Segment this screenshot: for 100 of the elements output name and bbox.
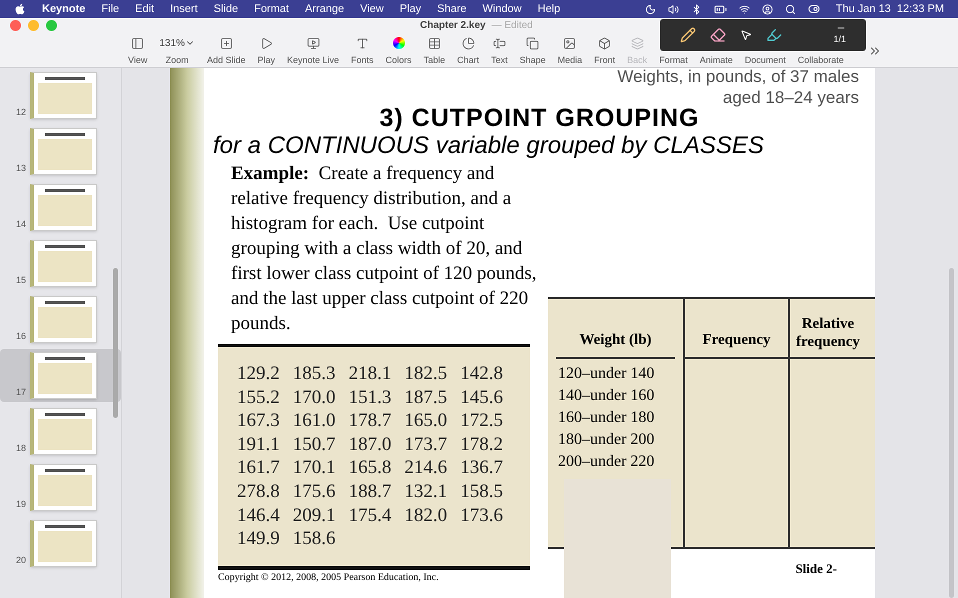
slide-thumbnail — [30, 128, 97, 175]
data-value: 209.1 — [292, 504, 337, 528]
toolbar-button[interactable]: Shape — [514, 35, 552, 68]
moon-icon[interactable] — [644, 4, 656, 14]
slide-thumbnail-item[interactable]: 15 — [0, 237, 121, 290]
text-box-icon — [492, 36, 506, 50]
toolbar-button[interactable]: Text — [485, 35, 514, 68]
data-value: 173.6 — [460, 504, 504, 528]
pointer-icon[interactable] — [740, 29, 752, 41]
slide-number: 20 — [14, 554, 26, 566]
data-value: 214.6 — [404, 456, 448, 480]
menu-item[interactable]: View — [360, 0, 384, 18]
highlighter-icon[interactable] — [766, 27, 782, 43]
slide-thumbnail-item[interactable]: 12 — [0, 69, 121, 122]
toolbar-button[interactable]: 131% Zoom — [153, 35, 201, 68]
data-value: 170.0 — [292, 386, 337, 410]
toolbar-button[interactable]: Fonts — [345, 35, 380, 68]
menu-item[interactable]: File — [101, 0, 120, 18]
slide-thumbnail-item[interactable]: 19 — [0, 461, 121, 514]
slide-number: 14 — [14, 218, 26, 230]
class-cell-text: 200–under 220 — [558, 452, 656, 472]
slide-thumbnail — [30, 240, 97, 287]
data-value: 185.3 — [292, 362, 337, 386]
battery-icon[interactable] — [714, 2, 727, 16]
class-cell-text: 180–under 200 — [558, 430, 656, 450]
pie-chart-icon — [462, 36, 475, 50]
slide-thumbnail-item[interactable]: 20 — [0, 517, 121, 570]
wifi-icon[interactable] — [738, 4, 750, 14]
example-paragraph: Example: Create a frequency and relative frequency distribution, and a histogram for each. Use cutpoint grouping with a class width of 20, and first lower class cutpoint of 120 pounds, and the last upper class cutpoint of 220 pounds. — [230, 162, 538, 336]
toolbar-button[interactable]: Colors — [380, 35, 418, 68]
menu-item[interactable]: Window — [482, 0, 522, 18]
scrollbar-thumb[interactable] — [113, 268, 118, 418]
data-value: 178.2 — [460, 432, 504, 456]
data-value: 129.2 — [237, 362, 281, 386]
data-value: 155.2 — [237, 386, 281, 410]
user-icon[interactable] — [762, 4, 773, 14]
menu-item[interactable]: Help — [538, 0, 560, 18]
data-value: 167.3 — [237, 409, 281, 433]
table-icon — [428, 36, 441, 50]
data-value: 188.7 — [348, 480, 392, 504]
menu-item[interactable]: Insert — [170, 0, 198, 18]
menu-item[interactable]: Play — [400, 0, 422, 18]
scrollbar-thumb[interactable] — [949, 268, 954, 598]
slide-thumbnail-item[interactable]: 17 — [0, 349, 121, 402]
slide-number: 19 — [14, 498, 26, 510]
menu-item[interactable]: Edit — [135, 0, 154, 18]
copyright-text: Copyright © 2012, 2008, 2005 Pearson Education, Inc. — [218, 572, 440, 584]
data-value: 173.7 — [404, 432, 448, 456]
eraser-icon[interactable] — [710, 27, 726, 43]
data-value: 146.4 — [237, 504, 281, 528]
toolbar-button[interactable]: View — [122, 35, 154, 68]
toolbar-button[interactable]: Add Slide — [200, 35, 252, 68]
data-value: 278.8 — [237, 480, 281, 504]
slide-thumbnail — [30, 296, 97, 343]
data-value: 187.5 — [404, 386, 448, 410]
column-header: Frequency — [685, 299, 788, 359]
bluetooth-icon[interactable] — [690, 4, 702, 14]
data-value: 150.7 — [292, 432, 337, 456]
toolbar-button[interactable]: Front — [588, 35, 622, 68]
toolbar-button[interactable]: Media — [552, 35, 588, 68]
column-header: Weight (lb) — [556, 299, 675, 359]
shape-icon — [526, 36, 540, 50]
slide-thumbnail-item[interactable]: 16 — [0, 293, 121, 346]
data-value: 182.0 — [404, 504, 448, 528]
slide-thumbnail-item[interactable]: 13 — [0, 125, 121, 178]
apple-icon[interactable] — [14, 3, 26, 15]
color-wheel-icon — [392, 37, 405, 49]
menu-item[interactable]: Share — [437, 0, 466, 18]
monitor-icon — [306, 36, 320, 50]
toolbar-button[interactable]: Table — [418, 35, 452, 68]
menu-item[interactable]: Arrange — [304, 0, 344, 18]
slide-number: 13 — [14, 162, 26, 174]
slide-subtitle: for a CONTINUOUS variable grouped by CLASSES — [212, 132, 765, 161]
class-cell-text: 140–under 160 — [558, 386, 656, 406]
pencil-icon[interactable] — [680, 27, 696, 43]
close-button[interactable] — [10, 20, 21, 31]
class-cell-text: 160–under 180 — [558, 408, 656, 428]
volume-icon[interactable] — [668, 4, 679, 14]
search-icon[interactable] — [784, 4, 796, 14]
menu-item[interactable]: Slide — [214, 0, 238, 18]
app-menu[interactable]: Keynote — [42, 0, 86, 18]
data-value: 165.0 — [404, 409, 448, 433]
toolbar-button[interactable]: Play — [251, 35, 281, 68]
data-value: 218.1 — [348, 362, 392, 386]
sidebar-icon — [131, 36, 144, 50]
slide-thumbnail-item[interactable]: 18 — [0, 405, 121, 458]
column-header: Relative frequency — [790, 299, 875, 359]
data-value: 165.8 — [348, 456, 392, 480]
menu-item[interactable]: Format — [254, 0, 289, 18]
data-value: 161.7 — [237, 456, 281, 480]
slide-thumbnail — [30, 520, 97, 567]
slide-thumbnail — [30, 72, 97, 119]
toolbar-button[interactable]: Keynote Live — [280, 35, 346, 68]
data-value: 172.5 — [460, 409, 504, 433]
slide-thumbnail-item[interactable]: 14 — [0, 181, 121, 234]
data-value: 161.0 — [292, 409, 337, 433]
control-center-icon[interactable] — [808, 3, 820, 15]
class-cell-text: 120–under 140 — [558, 364, 656, 384]
slide-number: 17 — [14, 386, 26, 398]
toolbar-button[interactable]: Chart — [451, 35, 486, 68]
